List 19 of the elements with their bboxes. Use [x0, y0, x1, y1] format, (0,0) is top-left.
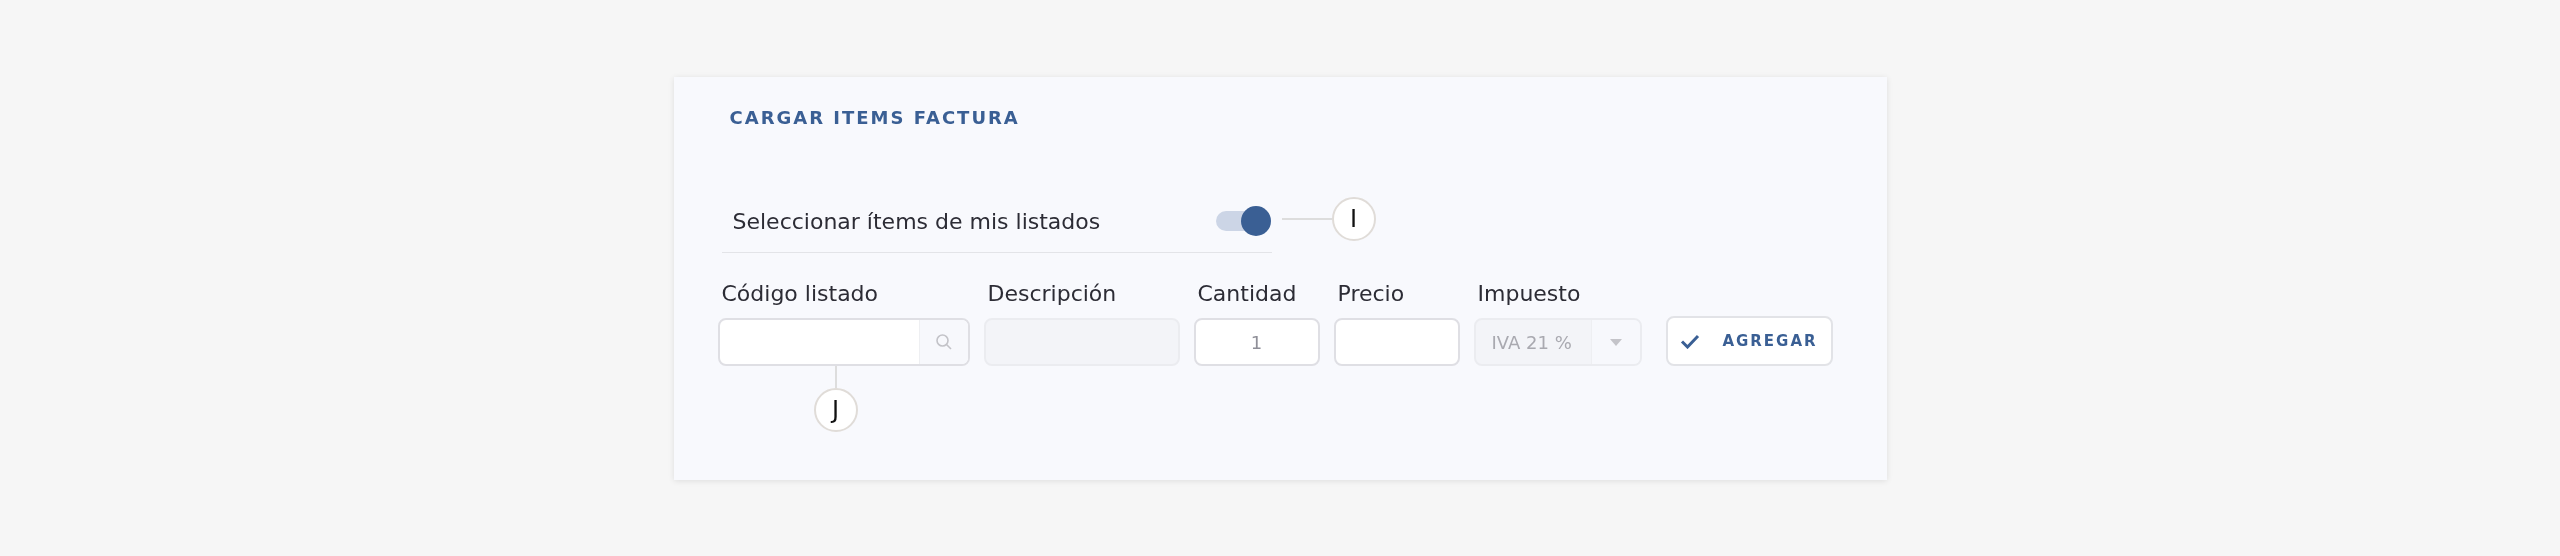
callout-marker: I: [1331, 197, 1376, 241]
input-field[interactable]: 1: [1193, 318, 1320, 366]
toggle-switch[interactable]: [1215, 205, 1272, 237]
search-icon: [934, 333, 953, 351]
check-icon: [1680, 333, 1701, 349]
section-title: CARGAR ITEMS FACTURA: [729, 107, 1021, 128]
callout-marker: J: [813, 388, 858, 432]
toggle-label: Seleccionar ítems de mis listados: [732, 208, 1102, 234]
field-label: Descripción: [987, 281, 1118, 306]
search-field[interactable]: [717, 318, 970, 366]
add-button[interactable]: AGREGAR: [1665, 316, 1833, 366]
field-label: Precio: [1337, 281, 1406, 306]
field-label: Impuesto: [1477, 281, 1582, 306]
caret-icon: [1609, 338, 1622, 346]
leader-line: [834, 366, 837, 388]
leader-line: [1281, 218, 1332, 220]
field-label: Código listado: [721, 281, 880, 306]
input-field[interactable]: [1333, 318, 1460, 366]
field-label: Cantidad: [1197, 281, 1298, 306]
